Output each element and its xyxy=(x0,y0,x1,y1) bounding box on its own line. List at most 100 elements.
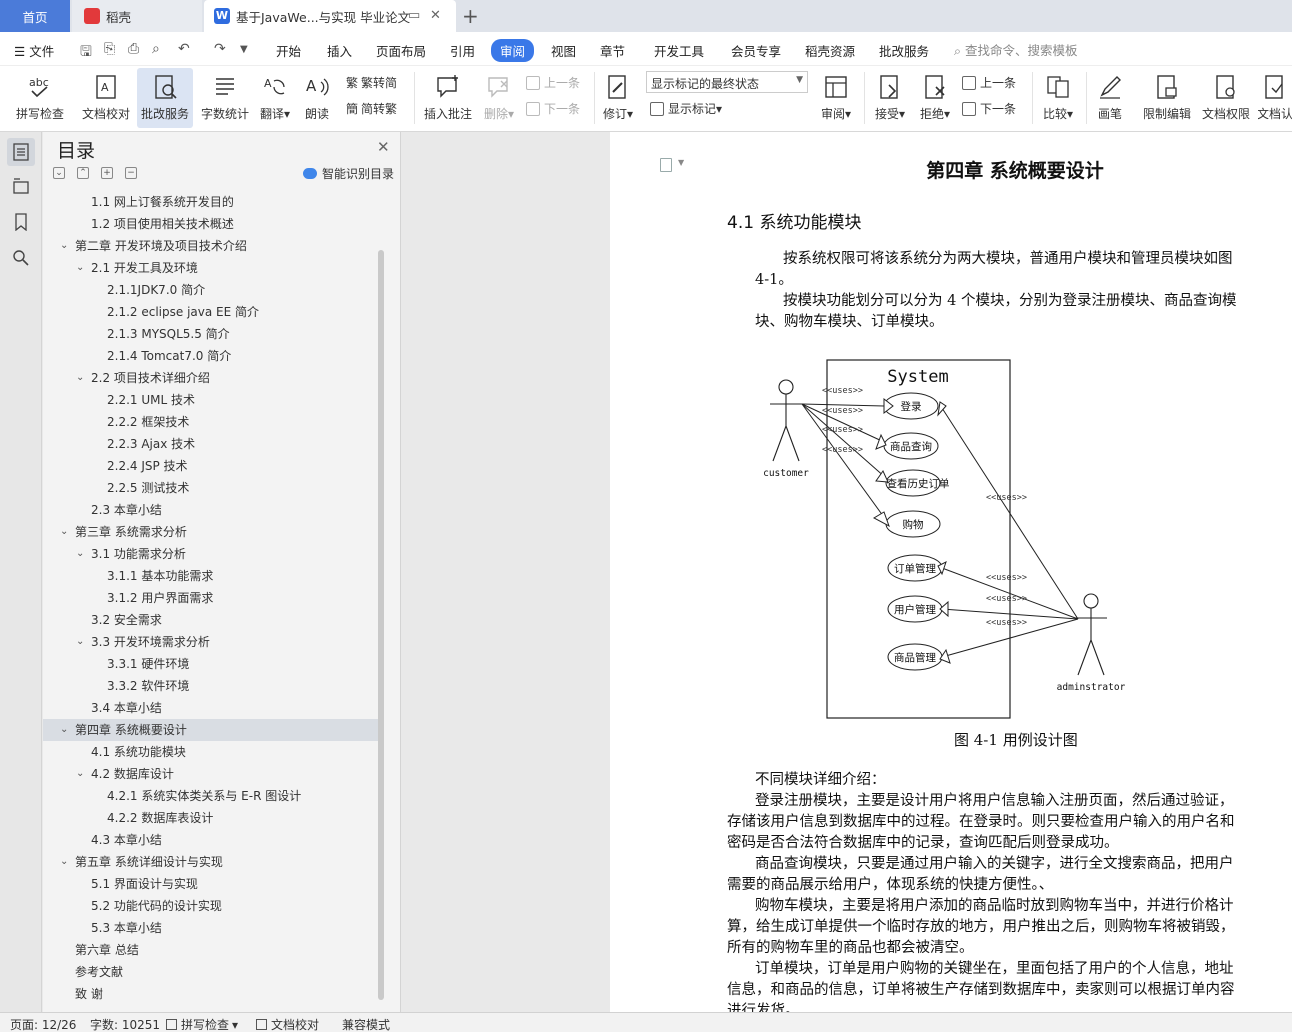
toc-item[interactable]: ⌄ 第五章 系统详细设计与实现 xyxy=(43,851,379,873)
menu-view[interactable]: 视图 xyxy=(551,41,576,60)
simp-to-trad-button[interactable]: 簡简转繁 xyxy=(346,100,397,117)
chevron-down-icon[interactable]: ⌄ xyxy=(60,521,68,543)
menu-review-service[interactable]: 批改服务 xyxy=(879,41,929,60)
doc-cert-button[interactable]: 文档认 xyxy=(1258,68,1292,128)
collapse-up-icon[interactable]: ⌃ xyxy=(77,167,89,179)
chevron-down-icon[interactable]: ⌄ xyxy=(60,235,68,257)
toc-item[interactable]: ⌄ 第二章 开发环境及项目技术介绍 xyxy=(43,235,379,257)
toc-item[interactable]: 2.2.1 UML 技术 xyxy=(43,389,379,411)
search-icon[interactable] xyxy=(7,244,35,272)
status-doc-proof[interactable]: 文档校对 xyxy=(256,1016,319,1032)
toc-item[interactable]: 参考文献 xyxy=(43,961,379,983)
review-pane-button[interactable]: 审阅▾ xyxy=(816,68,856,128)
read-aloud-button[interactable]: A 朗读 xyxy=(300,68,334,128)
word-count-button[interactable]: 字数统计 xyxy=(198,68,252,128)
compare-button[interactable]: 比较▾ xyxy=(1038,68,1078,128)
chevron-down-icon[interactable]: ⌄ xyxy=(76,257,84,279)
preview-icon[interactable]: ⌕ xyxy=(152,41,160,57)
word-count-indicator[interactable]: 字数: 10251 xyxy=(90,1016,160,1032)
toc-item[interactable]: 4.2.1 系统实体类关系与 E-R 图设计 xyxy=(43,785,379,807)
expand-all-icon[interactable]: + xyxy=(101,167,113,179)
menu-daoke-resources[interactable]: 稻壳资源 xyxy=(805,41,855,60)
tab-home[interactable]: 首页 xyxy=(0,0,70,32)
collapse-all-icon[interactable]: − xyxy=(125,167,137,179)
toc-item[interactable]: 2.2.4 JSP 技术 xyxy=(43,455,379,477)
toc-item[interactable]: 3.1.2 用户界面需求 xyxy=(43,587,379,609)
document-page[interactable]: ▼ 第四章 系统概要设计 4.1 系统功能模块 按系统权限可将该系统分为两大模块… xyxy=(610,132,1292,1012)
toc-item[interactable]: ⌄ 第四章 系统概要设计 xyxy=(43,719,379,741)
toc-item[interactable]: 2.2.5 测试技术 xyxy=(43,477,379,499)
toc-item[interactable]: 1.2 项目使用相关技术概述 xyxy=(43,213,379,235)
redo-icon[interactable]: ↷ xyxy=(214,41,226,57)
show-markup-button[interactable]: 显示标记 ▾ xyxy=(650,100,722,117)
toc-item[interactable]: ⌄ 3.3 开发环境需求分析 xyxy=(43,631,379,653)
toc-item[interactable]: 3.3.1 硬件环境 xyxy=(43,653,379,675)
delete-comment-button[interactable]: 删除▾ xyxy=(480,68,518,128)
toc-item[interactable]: 2.1.2 eclipse java EE 简介 xyxy=(43,301,379,323)
next-change-button[interactable]: 下一条 xyxy=(962,100,1016,117)
menu-chapter[interactable]: 章节 xyxy=(600,41,625,60)
toc-item[interactable]: ⌄ 4.2 数据库设计 xyxy=(43,763,379,785)
ink-button[interactable]: 画笔 xyxy=(1092,68,1128,128)
page-indicator[interactable]: 页面: 12/26 xyxy=(10,1016,76,1032)
toc-item[interactable]: ⌄ 2.1 开发工具及环境 xyxy=(43,257,379,279)
collapse-down-icon[interactable]: ⌄ xyxy=(53,167,65,179)
toc-item[interactable]: ⌄ 第三章 系统需求分析 xyxy=(43,521,379,543)
new-tab-icon[interactable]: + xyxy=(462,4,479,28)
chevron-down-icon[interactable]: ⌄ xyxy=(60,851,68,873)
menu-devtools[interactable]: 开发工具 xyxy=(654,41,704,60)
toc-item[interactable]: 5.2 功能代码的设计实现 xyxy=(43,895,379,917)
toc-pane-icon[interactable] xyxy=(7,138,35,166)
menu-member[interactable]: 会员专享 xyxy=(731,41,781,60)
toc-item[interactable]: 1.1 网上订餐系统开发目的 xyxy=(43,191,379,213)
restrict-edit-button[interactable]: 限制编辑 xyxy=(1138,68,1196,128)
undo-icon[interactable]: ↶ xyxy=(178,41,190,57)
toc-item[interactable]: 3.3.2 软件环境 xyxy=(43,675,379,697)
command-search[interactable]: ⌕ 查找命令、搜索模板 xyxy=(954,40,1078,59)
export-icon[interactable]: ⎘ xyxy=(104,41,115,57)
chevron-down-icon[interactable]: ⌄ xyxy=(76,543,84,565)
menu-insert[interactable]: 插入 xyxy=(327,41,352,60)
toc-item[interactable]: 3.2 安全需求 xyxy=(43,609,379,631)
tab-daoke[interactable]: 稻壳 xyxy=(72,0,202,32)
toc-item[interactable]: 2.2.3 Ajax 技术 xyxy=(43,433,379,455)
toc-item[interactable]: 2.1.3 MYSQL5.5 简介 xyxy=(43,323,379,345)
menu-review[interactable]: 审阅 xyxy=(491,39,535,62)
menu-layout[interactable]: 页面布局 xyxy=(376,41,426,60)
toc-item[interactable]: 第六章 总结 xyxy=(43,939,379,961)
toc-item[interactable]: 4.1 系统功能模块 xyxy=(43,741,379,763)
track-changes-button[interactable]: 修订▾ xyxy=(598,68,638,128)
doc-proof-button[interactable]: A 文档校对 xyxy=(78,68,134,128)
doc-permission-button[interactable]: 文档权限 xyxy=(1198,68,1254,128)
close-tab-icon[interactable]: ✕ xyxy=(430,8,441,23)
status-spell-check[interactable]: 拼写检查 ▾ xyxy=(166,1016,238,1032)
insert-comment-button[interactable]: 插入批注 xyxy=(420,68,476,128)
file-menu[interactable]: ☰ 文件 xyxy=(14,41,54,60)
markup-state-select[interactable]: 显示标记的最终状态 ▼ xyxy=(646,71,808,93)
accept-button[interactable]: 接受▾ xyxy=(870,68,910,128)
chevron-down-icon[interactable]: ⌄ xyxy=(76,631,84,653)
bookmark-icon[interactable] xyxy=(7,208,35,236)
toc-item[interactable]: 4.2.2 数据库表设计 xyxy=(43,807,379,829)
toc-item[interactable]: 致 谢 xyxy=(43,983,379,1005)
chevron-down-icon[interactable]: ⌄ xyxy=(60,719,68,741)
print-icon[interactable]: ⎙ xyxy=(128,41,139,57)
menu-start[interactable]: 开始 xyxy=(276,41,301,60)
save-icon[interactable]: 🖫 xyxy=(80,41,92,65)
close-icon[interactable]: ✕ xyxy=(377,138,390,156)
trad-to-simp-button[interactable]: 繁繁转简 xyxy=(346,74,397,91)
toc-item[interactable]: 2.2.2 框架技术 xyxy=(43,411,379,433)
chevron-down-icon[interactable]: ⌄ xyxy=(76,763,84,785)
toc-item[interactable]: 4.3 本章小结 xyxy=(43,829,379,851)
toc-item[interactable]: 5.1 界面设计与实现 xyxy=(43,873,379,895)
prev-comment-button[interactable]: 上一条 xyxy=(526,74,580,91)
review-service-button[interactable]: 批改服务 xyxy=(137,68,193,128)
toc-scrollbar[interactable] xyxy=(378,250,384,1000)
toc-item[interactable]: 3.4 本章小结 xyxy=(43,697,379,719)
monitor-icon[interactable]: ▭ xyxy=(408,8,420,23)
toc-item[interactable]: ⌄ 3.1 功能需求分析 xyxy=(43,543,379,565)
toc-item[interactable]: 2.1.4 Tomcat7.0 简介 xyxy=(43,345,379,367)
reject-button[interactable]: 拒绝▾ xyxy=(915,68,955,128)
smart-toc-button[interactable]: 智能识别目录 xyxy=(303,165,394,182)
toc-item[interactable]: 3.1.1 基本功能需求 xyxy=(43,565,379,587)
